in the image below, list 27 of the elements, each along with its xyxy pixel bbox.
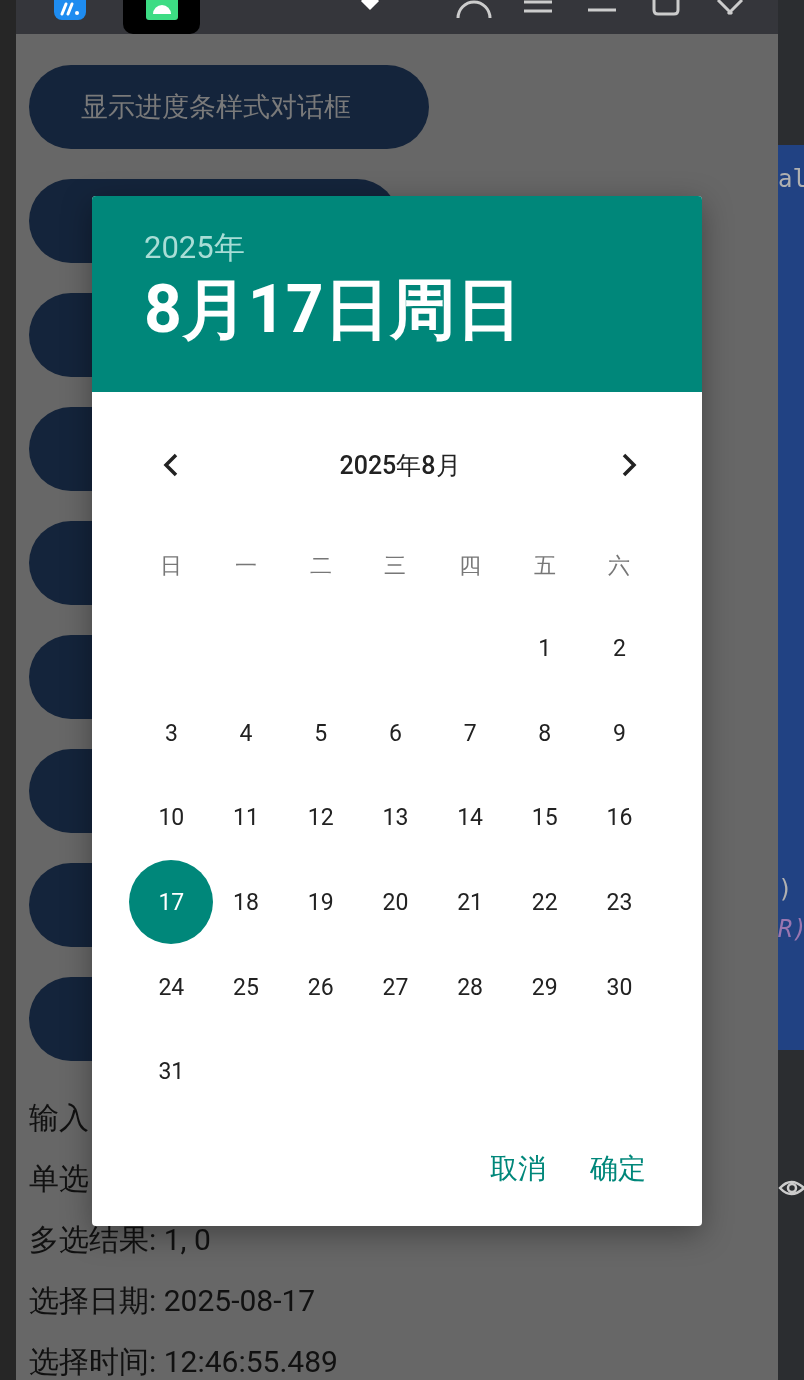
dialog-action-button[interactable]: 取消 xyxy=(478,1140,558,1198)
result-text: 单选 xyxy=(29,1160,89,1198)
code-text: al xyxy=(778,164,804,195)
result-text: 选择日期: 2025-08-17 xyxy=(29,1282,316,1320)
android-icon[interactable] xyxy=(145,0,178,20)
weekday-label: 六 xyxy=(608,552,631,580)
weekday-label: 一 xyxy=(235,552,258,580)
weekday-label: 日 xyxy=(160,552,183,580)
month-title: 2025年8月 xyxy=(339,449,461,482)
weekday-label: 三 xyxy=(384,552,407,580)
dialog-action-button[interactable]: 确定 xyxy=(578,1140,658,1198)
app-icon[interactable] xyxy=(54,0,86,20)
day-cell[interactable]: 31 xyxy=(129,1029,214,1114)
result-text: 多选结果: 1, 0 xyxy=(29,1221,211,1259)
user-icon[interactable] xyxy=(456,0,492,18)
code-text: R) xyxy=(778,914,804,945)
result-text: 输入 xyxy=(29,1099,89,1137)
weekday-label: 四 xyxy=(459,552,482,580)
day-cell[interactable]: 17 xyxy=(129,860,214,945)
emulator-tab[interactable] xyxy=(123,0,200,34)
dialog-button[interactable]: 显示进度条样式对话框 xyxy=(29,65,429,149)
code-text: ) xyxy=(778,874,794,905)
result-text: 选择时间: 12:46:55.489 xyxy=(29,1343,338,1380)
selected-date[interactable]: 8月17日周日 xyxy=(144,268,522,352)
weekday-label: 二 xyxy=(309,552,332,580)
weekday-label: 五 xyxy=(533,552,556,580)
eye-icon[interactable] xyxy=(778,1178,804,1198)
